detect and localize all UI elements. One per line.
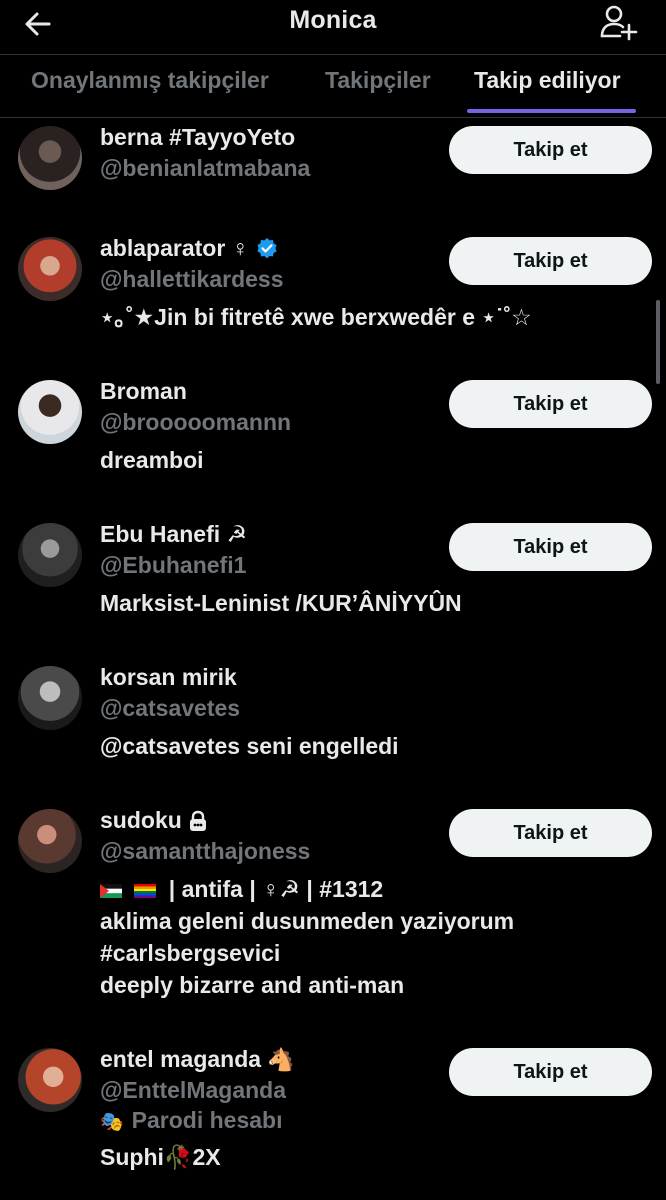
user-handle[interactable]: @catsavetes — [100, 695, 240, 722]
user-handle[interactable]: @brooooomannn — [100, 409, 291, 436]
tab-bar: Onaylanmış takipçiler Takipçiler Takip e… — [0, 54, 666, 118]
avatar[interactable] — [18, 666, 82, 730]
user-name[interactable]: Ebu Hanefi ☭ — [100, 521, 247, 548]
user-bio: dreamboi — [100, 447, 204, 473]
user-handle[interactable]: @Ebuhanefi1 — [100, 552, 246, 579]
user-bio-line: aklima geleni dusunmeden yaziyorum — [100, 908, 515, 934]
avatar[interactable] — [18, 809, 82, 873]
user-name[interactable]: sudoku — [100, 807, 208, 834]
donkey-icon: 🐴 — [267, 1046, 295, 1072]
user-handle[interactable]: @samantthajoness — [100, 838, 310, 865]
lock-icon — [189, 810, 206, 831]
follow-button[interactable]: Takip et — [449, 237, 652, 285]
verified-badge-icon — [257, 237, 277, 258]
avatar[interactable] — [18, 1048, 82, 1112]
follow-button[interactable]: Takip et — [449, 809, 652, 857]
follow-button[interactable]: Takip et — [449, 126, 652, 174]
avatar[interactable] — [18, 380, 82, 444]
user-bio-line: deeply bizarre and anti-man — [100, 972, 405, 998]
parody-label: 🎭 Parodi hesabı — [100, 1107, 283, 1133]
palestine-flag-icon — [100, 883, 122, 898]
user-bio: Marksist-Leninist /KUR’ÂNİYYÛN — [100, 590, 462, 616]
user-bio-line: #carlsbergsevici — [100, 940, 281, 966]
active-tab-indicator — [467, 109, 636, 113]
page-title: Monica — [289, 6, 377, 34]
user-name[interactable]: entel maganda 🐴 — [100, 1046, 294, 1073]
user-bio-line: | antifa | ♀☭ | #1312 — [100, 873, 383, 905]
user-handle[interactable]: @benianlatmabana — [100, 155, 310, 182]
follow-button[interactable]: Takip et — [449, 523, 652, 571]
add-user-icon — [600, 5, 638, 41]
user-name[interactable]: korsan mirik — [100, 664, 237, 691]
user-bio: @catsavetes seni engelledi — [100, 733, 399, 759]
user-bio: Suphi🥀2X — [100, 1144, 221, 1170]
user-name[interactable]: ablaparator ♀ — [100, 235, 279, 262]
tab-verified-followers[interactable]: Onaylanmış takipçiler — [31, 67, 269, 94]
avatar[interactable] — [18, 237, 82, 301]
user-handle[interactable]: @hallettikardess — [100, 266, 284, 293]
add-user-button[interactable] — [598, 2, 638, 42]
avatar[interactable] — [18, 523, 82, 587]
top-bar: Monica — [0, 0, 666, 48]
follow-button[interactable]: Takip et — [449, 1048, 652, 1096]
user-bio: ⋆｡˚★Jin bi fitretê xwe berxwedêr e ⋆˙˚☆ — [100, 304, 532, 330]
rainbow-flag-icon — [134, 883, 157, 898]
follow-button[interactable]: Takip et — [449, 380, 652, 428]
scrollbar[interactable] — [656, 300, 660, 384]
tab-followers[interactable]: Takipçiler — [325, 67, 431, 94]
user-name[interactable]: Broman — [100, 378, 187, 405]
user-handle[interactable]: @EnttelMaganda — [100, 1077, 286, 1104]
tab-following[interactable]: Takip ediliyor — [474, 67, 621, 94]
user-name[interactable]: berna #TayyoYeto — [100, 124, 295, 151]
avatar[interactable] — [18, 126, 82, 190]
theater-mask-icon: 🎭 — [100, 1112, 124, 1133]
